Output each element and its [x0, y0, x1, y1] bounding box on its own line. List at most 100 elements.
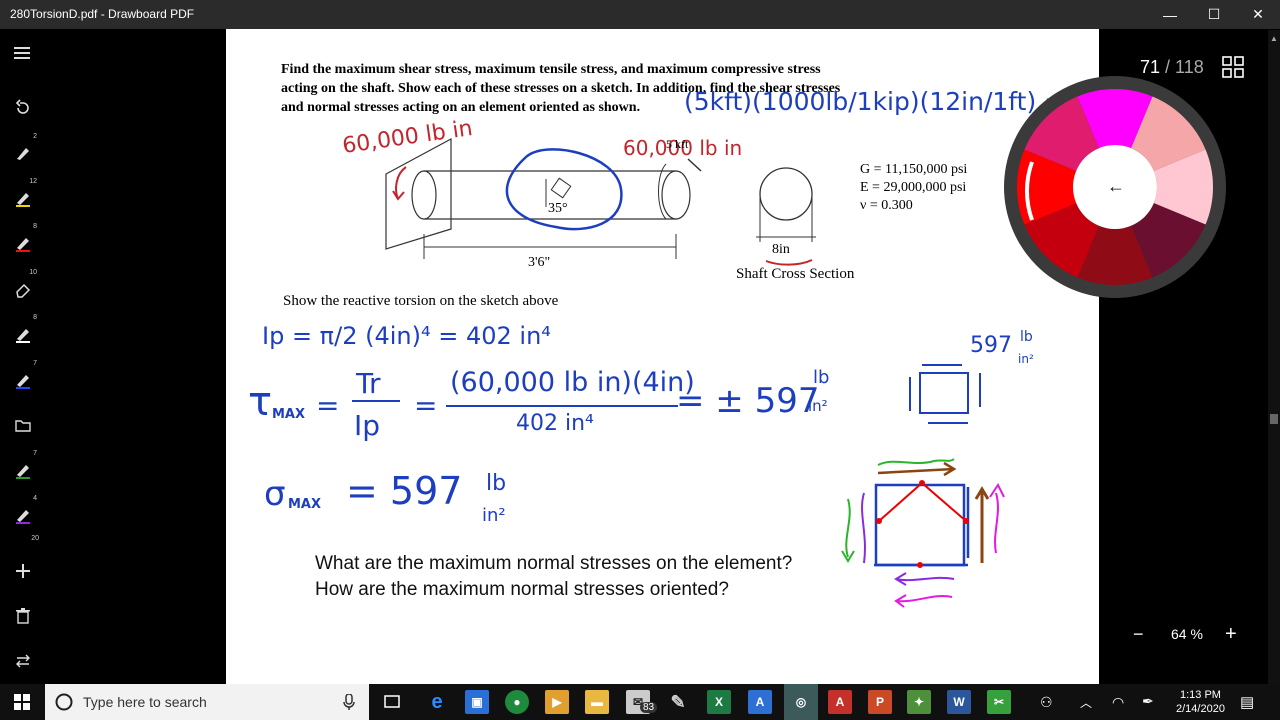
swap-icon: [15, 654, 30, 668]
edge-browser-icon[interactable]: e: [425, 690, 449, 714]
cross-section-label: Shaft Cross Section: [736, 266, 855, 282]
minimize-button[interactable]: —: [1148, 0, 1192, 29]
pen-icon: [15, 465, 30, 479]
tau-equation: τ MAX = Tr Ip = (60,000 lb in)(4in) 402 …: [248, 367, 830, 442]
sigma-unit-num: lb: [486, 471, 507, 496]
paint-icon[interactable]: ✎: [666, 690, 690, 714]
sigma-value: = 597: [346, 469, 463, 513]
drawboard-taskbar-icon[interactable]: ◎: [784, 684, 818, 720]
delete-button[interactable]: [0, 596, 45, 636]
add-button[interactable]: 20: [0, 535, 45, 591]
grid-view-icon[interactable]: [1222, 56, 1244, 78]
pen-tool-white[interactable]: 8: [0, 314, 45, 354]
wifi-icon[interactable]: ◠: [1112, 694, 1124, 711]
store-icon[interactable]: ▣: [465, 690, 489, 714]
zoom-level: 64 %: [1171, 626, 1203, 642]
scroll-up-arrow[interactable]: ▲: [1270, 34, 1278, 43]
media-player-icon[interactable]: ▶: [545, 690, 569, 714]
question-line: What are the maximum normal stresses on …: [315, 553, 793, 574]
title-bar: 280TorsionD.pdf - Drawboard PDF — ☐ ✕: [0, 0, 1280, 29]
diameter-label: 8in: [772, 242, 790, 257]
snip-tool-icon[interactable]: ✂: [987, 690, 1011, 714]
drawboard-app: 280TorsionD.pdf - Drawboard PDF — ☐ ✕ 2 …: [0, 0, 1280, 720]
property-e: E = 29,000,000 psi: [860, 180, 967, 195]
chevron-up-icon[interactable]: ︿: [1080, 694, 1092, 711]
property-g: G = 11,150,000 psi: [860, 162, 968, 177]
sigma-subscript: MAX: [288, 497, 322, 512]
maximize-button[interactable]: ☐: [1192, 0, 1236, 29]
folder-button[interactable]: [0, 405, 45, 445]
word-icon[interactable]: W: [947, 690, 971, 714]
pen-icon: [15, 148, 30, 162]
plus-icon: [15, 564, 30, 578]
windows-taskbar: Type here to search e ▣ ● ▶ ▬ ✉ 83 ✎ X A…: [0, 684, 1280, 720]
pen-icon: [15, 375, 30, 389]
eraser-icon: [15, 283, 30, 298]
file-explorer-icon[interactable]: ▬: [585, 690, 609, 714]
total-pages: 118: [1175, 57, 1204, 77]
pen-tool-blue[interactable]: 7: [0, 360, 45, 400]
close-button[interactable]: ✕: [1236, 0, 1280, 29]
scroll-thumb[interactable]: [1270, 414, 1278, 424]
pen-icon: [15, 510, 30, 524]
word-alt-icon[interactable]: A: [748, 690, 772, 714]
page-counter: 71 / 118: [1140, 57, 1204, 77]
zoom-in-button[interactable]: +: [1225, 623, 1237, 646]
pen-tool-red[interactable]: 8: [0, 223, 45, 263]
undo-button[interactable]: [0, 88, 45, 128]
tau-fraction-numerator: Tr: [356, 367, 381, 400]
element-unit-num: lb: [1020, 329, 1033, 345]
zoom-out-button[interactable]: −: [1133, 624, 1144, 645]
eraser-tool[interactable]: 10: [0, 269, 45, 309]
tau-denominator: 402 in⁴: [516, 411, 594, 436]
maps-globe-icon[interactable]: ●: [505, 690, 529, 714]
excel-icon[interactable]: X: [707, 690, 731, 714]
pen-tool-1[interactable]: 2: [0, 133, 45, 173]
pen-workspace-icon[interactable]: ✒: [1142, 693, 1154, 710]
shear-element-sketch: [909, 364, 981, 424]
powerpoint-icon[interactable]: P: [868, 690, 892, 714]
folder-icon: [14, 420, 31, 432]
tau-result: = ± 597: [676, 381, 820, 421]
window-title: 280TorsionD.pdf - Drawboard PDF: [10, 7, 195, 21]
stress-element-sketch: [841, 458, 1005, 608]
notifications-icon[interactable]: ▤: [1240, 693, 1254, 711]
stroke-size-badge: 7: [33, 450, 37, 457]
stroke-size-badge: 4: [33, 495, 37, 502]
stroke-size-badge: 20: [31, 535, 39, 542]
color-wheel-back-button[interactable]: ←: [1104, 176, 1128, 200]
question-line: How are the maximum normal stresses orie…: [315, 579, 729, 600]
sigma-equation: σ MAX = 597 lb in²: [264, 469, 544, 549]
highlighter-tool[interactable]: 12: [0, 178, 45, 218]
pen-tool-purple[interactable]: 4: [0, 495, 45, 535]
tau-numerator: (60,000 lb in)(4in): [450, 367, 695, 398]
length-label: 3'6": [528, 255, 551, 270]
acrobat-icon[interactable]: A: [828, 690, 852, 714]
clock[interactable]: 1:13 PM 2/14/2020: [1176, 688, 1225, 716]
highlighter-icon: [15, 193, 30, 207]
pdf-page[interactable]: Find the maximum shear stress, maximum t…: [226, 29, 1099, 684]
element-value: 597: [970, 333, 1012, 358]
stroke-size-badge: 7: [33, 360, 37, 367]
tau-symbol: τ: [248, 379, 273, 425]
mail-badge: 83: [640, 702, 658, 713]
stroke-size-badge: 8: [33, 223, 37, 230]
task-view-icon[interactable]: [382, 694, 402, 710]
network-app-icon[interactable]: ✦: [907, 690, 931, 714]
windows-start-icon[interactable]: [14, 694, 30, 710]
swap-button[interactable]: [0, 641, 45, 681]
stroke-size-badge: 2: [33, 133, 37, 140]
pen-icon: [15, 238, 30, 252]
vertical-scrollbar[interactable]: ▲: [1268, 30, 1280, 684]
left-toolbar: 2 12 8 10 8 7 7 4 20: [0, 29, 45, 684]
microphone-icon[interactable]: [343, 694, 355, 710]
undo-icon: [15, 99, 29, 114]
material-properties: G = 11,150,000 psi E = 29,000,000 psi ν …: [860, 161, 967, 215]
menu-button[interactable]: [0, 33, 45, 73]
pen-tool-green[interactable]: 7: [0, 450, 45, 490]
trash-icon: [15, 608, 30, 624]
taskbar-search-box[interactable]: Type here to search: [45, 684, 369, 720]
torque-label: 5 kft: [666, 137, 689, 151]
stroke-size-badge: 10: [29, 269, 37, 276]
people-icon[interactable]: ⚇: [1040, 694, 1053, 711]
